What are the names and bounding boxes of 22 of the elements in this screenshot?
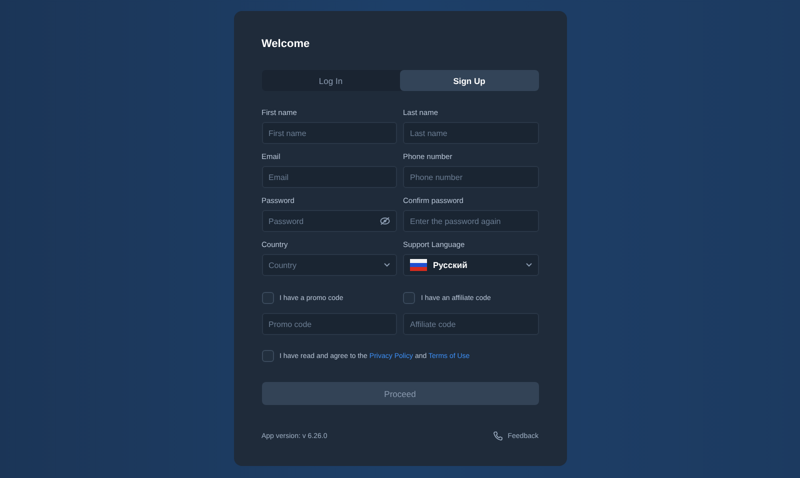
- input-field[interactable]: Promo code: [262, 313, 397, 335]
- eye-off-icon[interactable]: [380, 217, 390, 225]
- checkbox[interactable]: [403, 292, 415, 304]
- country-select[interactable]: Country: [262, 254, 397, 276]
- language-select[interactable]: Русский: [403, 254, 538, 276]
- chevron-down-icon: [384, 263, 390, 267]
- tab[interactable]: Log In: [262, 70, 400, 91]
- checkbox[interactable]: [262, 292, 274, 304]
- card-title: Welcome: [262, 38, 311, 50]
- password-field[interactable]: Password: [262, 210, 397, 232]
- flag-icon: [410, 259, 427, 271]
- language-value: Русский: [433, 260, 468, 270]
- input-field[interactable]: Phone number: [403, 166, 538, 188]
- input-field[interactable]: First name: [262, 122, 397, 144]
- input-field[interactable]: Enter the password again: [403, 210, 538, 232]
- tab[interactable]: Sign Up: [400, 70, 538, 91]
- chevron-down-icon: [526, 263, 532, 267]
- input-field[interactable]: Email: [262, 166, 397, 188]
- checkbox[interactable]: [262, 350, 274, 362]
- input-field[interactable]: Affiliate code: [403, 313, 538, 335]
- input-field[interactable]: Last name: [403, 122, 538, 144]
- phone-icon: [492, 431, 503, 441]
